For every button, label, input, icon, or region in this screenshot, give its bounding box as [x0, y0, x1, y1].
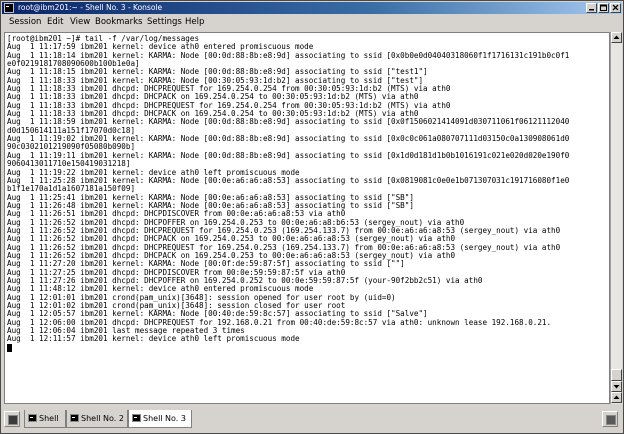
tab-shell-no-3[interactable]: Shell No. 3	[128, 410, 192, 428]
window-title: root@ibm201:~ - Shell No. 3 - Konsole	[18, 3, 163, 12]
terminal-line: [root@ibm201 ~]# tail -f /var/log/messag…	[7, 35, 200, 43]
arrow-down-icon	[613, 385, 620, 389]
terminal-line: Aug 1 11:18:33 ibm201 kernel: KARMA: Nod…	[7, 76, 424, 85]
terminal-line: Aug 1 11:18:14 ibm201 kernel: KARMA: Nod…	[7, 51, 570, 60]
konsole-window: root@ibm201:~ - Shell No. 3 - Konsole Se…	[0, 0, 624, 434]
terminal-line: e0f0219181708090600b100b1e0a]	[7, 60, 140, 69]
tab-label: Shell No. 2	[81, 414, 124, 423]
terminal-prompt-line[interactable]	[7, 343, 607, 352]
menu-edit[interactable]: Edit	[47, 14, 63, 30]
terminal-line: Aug 1 11:18:15 ibm201 kernel: KARMA: Nod…	[7, 68, 428, 77]
terminal-line: 9060413011710e150419031218]	[7, 160, 131, 169]
close-button[interactable]	[610, 3, 621, 13]
terminal-line: Aug 1 11:27:25 ibm201 dhcpd: DHCPDISCOVE…	[7, 268, 346, 277]
terminal-icon	[28, 414, 37, 422]
menu-bar: Session Edit View Bookmarks Settings Hel…	[2, 14, 622, 30]
terminal-line: Aug 1 11:25:28 ibm201 kernel: KARMA: Nod…	[7, 176, 570, 185]
terminal-line: Aug 1 11:18:33 ibm201 dhcpd: DHCPACK on …	[7, 110, 419, 119]
menu-settings[interactable]: Settings	[147, 14, 182, 30]
tab-shell[interactable]: Shell	[24, 410, 66, 428]
terminal-line: d0d150614111a151f17070d0c18]	[7, 126, 136, 135]
terminal-icon[interactable]	[4, 3, 14, 13]
terminal-line: Aug 1 11:18:33 ibm201 dhcpd: DHCPREQUEST…	[7, 101, 451, 110]
terminal-line: Aug 1 12:01:01 ibm201 crond(pam_unix)[36…	[7, 293, 396, 302]
terminal-icon	[70, 414, 79, 422]
terminal-line: Aug 1 11:26:52 ibm201 dhcpd: DHCPREQUEST…	[7, 243, 561, 252]
terminal-line: Aug 1 11:26:52 ibm201 dhcpd: DHCPACK on …	[7, 235, 456, 244]
terminal-line: Aug 1 12:05:57 ibm201 kernel: KARMA: Nod…	[7, 310, 428, 319]
terminal-line: Aug 1 11:27:26 ibm201 dhcpd: DHCPOFFER o…	[7, 276, 483, 285]
terminal-line: Aug 1 12:01:02 ibm201 crond(pam_unix)[36…	[7, 302, 346, 310]
terminal-line: Aug 1 12:06:00 ibm201 dhcpd: DHCPREQUEST…	[7, 318, 552, 327]
new-session-button[interactable]	[4, 411, 20, 427]
terminal-line: Aug 1 11:19:02 ibm201 kernel: KARMA: Nod…	[7, 135, 570, 144]
close-session-button[interactable]	[602, 411, 618, 427]
terminal-line: Aug 1 11:19:11 ibm201 kernel: KARMA: Nod…	[7, 151, 570, 160]
terminal-line: Aug 1 12:06:04 ibm201 last message repea…	[7, 327, 245, 336]
minimize-button[interactable]	[586, 3, 597, 13]
terminal-line: Aug 1 11:48:12 ibm201 kernel: device ath…	[7, 285, 314, 294]
terminal-line: Aug 1 11:18:59 ibm201 kernel: KARMA: Nod…	[7, 118, 570, 127]
maximize-button[interactable]	[598, 3, 609, 13]
vertical-scrollbar[interactable]	[610, 32, 622, 404]
terminal-line: Aug 1 11:26:51 ibm201 dhcpd: DHCPDISCOVE…	[7, 210, 346, 219]
minimize-icon	[589, 9, 594, 11]
terminal-line: Aug 1 11:26:48 ibm201 kernel: KARMA: Nod…	[7, 201, 414, 210]
terminal-lines: [root@ibm201 ~]# tail -f /var/log/messag…	[7, 35, 607, 352]
scroll-up-button-lower[interactable]	[611, 392, 622, 403]
close-icon	[612, 4, 619, 11]
terminal-output[interactable]: [root@ibm201 ~]# tail -f /var/log/messag…	[4, 32, 610, 404]
text-cursor	[7, 343, 12, 352]
menu-help[interactable]: Help	[185, 14, 204, 30]
maximize-icon	[600, 4, 607, 11]
scrollbar-thumb[interactable]	[611, 369, 622, 381]
terminal-line: 90c0302101219090f05080b090b]	[7, 143, 136, 152]
arrow-up-icon	[613, 395, 620, 399]
title-bar[interactable]: root@ibm201:~ - Shell No. 3 - Konsole	[2, 2, 622, 14]
terminal-line: Aug 1 12:11:57 ibm201 kernel: device ath…	[7, 335, 300, 344]
terminal-line: Aug 1 11:26:52 ibm201 dhcpd: DHCPREQUEST…	[7, 226, 561, 235]
menu-view[interactable]: View	[70, 14, 90, 30]
scroll-up-button[interactable]	[611, 32, 622, 43]
tab-shell-no-2[interactable]: Shell No. 2	[66, 410, 128, 428]
terminal-line: b1f1e170a1d1a1607181a150f09]	[7, 185, 136, 194]
terminal-line: Aug 1 11:18:33 ibm201 dhcpd: DHCPACK on …	[7, 93, 419, 102]
scroll-down-button[interactable]	[611, 381, 622, 392]
tab-bar: Shell Shell No. 2 Shell No. 3	[2, 407, 622, 433]
terminal-line: Aug 1 11:27:20 ibm201 kernel: KARMA: Nod…	[7, 260, 405, 269]
terminal-line: Aug 1 11:17:59 ibm201 kernel: device ath…	[7, 43, 314, 52]
tab-label: Shell No. 3	[143, 414, 186, 423]
terminal-line: Aug 1 11:26:52 ibm201 dhcpd: DHCPACK on …	[7, 251, 456, 260]
arrow-up-icon	[613, 35, 620, 39]
terminal-line: Aug 1 11:26:52 ibm201 dhcpd: DHCPOFFER o…	[7, 218, 465, 227]
terminal-line: Aug 1 11:19:22 ibm201 kernel: device ath…	[7, 168, 300, 177]
terminal-line: Aug 1 11:18:33 ibm201 dhcpd: DHCPREQUEST…	[7, 85, 451, 94]
tab-label: Shell	[39, 414, 59, 423]
terminal-line: Aug 1 11:25:41 ibm201 kernel: KARMA: Nod…	[7, 193, 414, 202]
terminal-icon	[132, 414, 141, 422]
menu-bookmarks[interactable]: Bookmarks	[95, 14, 143, 30]
menu-session[interactable]: Session	[9, 14, 41, 30]
